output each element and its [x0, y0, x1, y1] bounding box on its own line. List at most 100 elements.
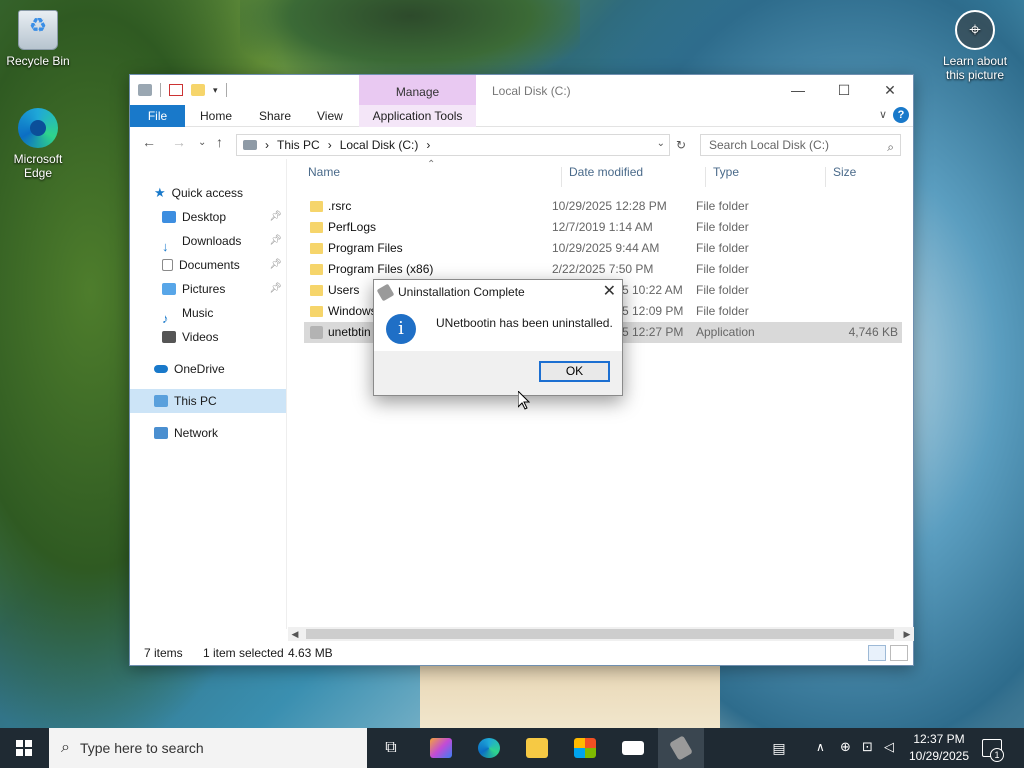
maximize-button[interactable]: ☐: [821, 75, 867, 105]
show-hidden-icons-icon[interactable]: ∧: [816, 740, 825, 754]
column-divider[interactable]: [825, 167, 826, 187]
address-bar[interactable]: › This PC › Local Disk (C:) › ⌄: [236, 134, 670, 156]
folder-icon: [310, 222, 323, 233]
nav-quick-access[interactable]: ★ Quick access: [130, 181, 286, 205]
nav-this-pc[interactable]: This PC: [130, 389, 286, 413]
task-view-button[interactable]: ⧉: [368, 728, 414, 768]
scroll-left-icon[interactable]: ◀: [288, 627, 302, 641]
close-button[interactable]: ✕: [867, 75, 913, 105]
up-button[interactable]: ↑: [216, 134, 223, 150]
back-button[interactable]: ←: [142, 134, 156, 150]
nav-network[interactable]: Network: [130, 421, 286, 445]
new-folder-icon[interactable]: [191, 84, 205, 96]
file-explorer-taskbar-button[interactable]: [514, 728, 560, 768]
file-row[interactable]: Program Files 10/29/2025 9:44 AM File fo…: [304, 238, 902, 259]
forward-button[interactable]: →: [172, 134, 186, 150]
desktop-icon-edge[interactable]: Microsoft Edge: [0, 108, 76, 180]
mail-taskbar-button[interactable]: [610, 728, 656, 768]
pin-icon: 📌︎: [269, 283, 282, 294]
customize-toolbar-dropdown-icon[interactable]: ▾: [213, 85, 218, 96]
task-view-icon: ⧉: [385, 739, 397, 756]
start-button[interactable]: [0, 728, 48, 768]
tab-file[interactable]: File: [130, 105, 185, 127]
nav-onedrive[interactable]: OneDrive: [130, 357, 286, 381]
minimize-button[interactable]: —: [775, 75, 821, 105]
clock-date: 10/29/2025: [908, 749, 970, 763]
details-view-button[interactable]: [868, 645, 886, 661]
edge-taskbar-button[interactable]: [466, 728, 512, 768]
ok-button[interactable]: OK: [539, 361, 610, 382]
refresh-icon[interactable]: ↻: [672, 134, 690, 156]
nav-music[interactable]: ♪ Music: [130, 301, 286, 326]
tab-view[interactable]: View: [317, 105, 343, 127]
taskbar-search-box[interactable]: ⌕ Type here to search: [49, 728, 367, 768]
file-name: PerfLogs: [328, 220, 377, 234]
pictures-icon: [162, 283, 176, 295]
column-header-name[interactable]: Name: [308, 165, 340, 179]
help-icon[interactable]: ?: [893, 107, 909, 123]
unetbootin-taskbar-button[interactable]: [658, 728, 704, 768]
nav-pictures[interactable]: Pictures 📌︎: [130, 277, 286, 301]
news-widget-button[interactable]: ▤: [756, 728, 802, 768]
ribbon-tabs: File Home Share View Application Tools ∨…: [130, 105, 913, 127]
expand-ribbon-icon[interactable]: ∨: [879, 108, 887, 121]
uninstall-complete-dialog: Uninstallation Complete ✕ i UNetbootin h…: [373, 279, 623, 396]
drive-icon: [243, 140, 257, 150]
desktop-icon-recycle-bin[interactable]: Recycle Bin: [0, 10, 76, 68]
properties-icon[interactable]: [169, 84, 183, 96]
horizontal-scrollbar[interactable]: ◀ ▶: [288, 627, 914, 641]
store-taskbar-button[interactable]: [562, 728, 608, 768]
manage-contextual-tab[interactable]: Manage: [359, 75, 476, 105]
file-row[interactable]: Program Files (x86) 2/22/2025 7:50 PM Fi…: [304, 259, 902, 280]
unetbootin-icon: [669, 735, 693, 761]
wallpaper-rock: [240, 0, 580, 80]
nav-label: Videos: [182, 330, 219, 344]
breadcrumb-this-pc[interactable]: This PC: [277, 138, 320, 152]
large-icons-view-button[interactable]: [890, 645, 908, 661]
dialog-message: UNetbootin has been uninstalled.: [436, 316, 613, 330]
nav-documents[interactable]: Documents 📌︎: [130, 253, 286, 277]
volume-muted-icon[interactable]: ◁: [884, 739, 894, 755]
system-clock[interactable]: 12:37 PM 10/29/2025: [894, 731, 984, 765]
file-name: Program Files (x86): [328, 262, 434, 276]
news-icon: ▤: [772, 739, 786, 756]
search-icon: ⌕: [887, 140, 894, 154]
search-input[interactable]: Search Local Disk (C:) ⌕: [700, 134, 901, 156]
scroll-right-icon[interactable]: ▶: [900, 627, 914, 641]
pin-icon: 📌︎: [269, 259, 282, 270]
column-header-type[interactable]: Type: [713, 165, 739, 179]
nav-downloads[interactable]: ↓ Downloads 📌︎: [130, 229, 286, 254]
document-icon: [162, 259, 173, 271]
column-header-date[interactable]: Date modified: [569, 165, 643, 179]
file-date: 5 10:22 AM: [622, 283, 683, 297]
folder-icon: [310, 306, 323, 317]
tab-application-tools[interactable]: Application Tools: [359, 105, 476, 127]
column-divider[interactable]: [705, 167, 706, 187]
desktop-icon-learn-about-picture[interactable]: ⌖ Learn about this picture: [937, 10, 1013, 82]
status-bar: 7 items 1 item selected 4.63 MB: [130, 641, 913, 665]
dialog-close-button[interactable]: ✕: [603, 280, 616, 304]
breadcrumb-local-disk[interactable]: Local Disk (C:): [340, 138, 419, 152]
copilot-button[interactable]: [418, 728, 464, 768]
windows-logo-icon: [16, 740, 32, 756]
column-header-size[interactable]: Size: [833, 165, 856, 179]
file-row[interactable]: PerfLogs 12/7/2019 1:14 AM File folder: [304, 217, 902, 238]
network-icon[interactable]: ⊡: [862, 739, 873, 755]
file-row[interactable]: .rsrc 10/29/2025 12:28 PM File folder: [304, 196, 902, 217]
address-dropdown-icon[interactable]: ⌄: [657, 138, 665, 149]
device-icon[interactable]: ⊕: [840, 739, 851, 755]
tab-home[interactable]: Home: [200, 105, 232, 127]
nav-videos[interactable]: Videos: [130, 325, 286, 349]
recycle-bin-icon: [18, 10, 58, 50]
tab-share[interactable]: Share: [259, 105, 291, 127]
download-arrow-icon: ↓: [162, 239, 169, 254]
information-icon: i: [386, 314, 416, 344]
breadcrumb-separator: ›: [265, 138, 269, 152]
scrollbar-thumb[interactable]: [306, 629, 894, 639]
application-icon: [310, 326, 323, 339]
nav-desktop[interactable]: Desktop 📌︎: [130, 205, 286, 229]
taskbar: ⌕ Type here to search ⧉ ▤ ∧ ⊕ ⊡ ◁ 12:37 …: [0, 728, 1024, 768]
column-divider[interactable]: [561, 167, 562, 187]
nav-label: Music: [182, 306, 214, 320]
recent-locations-icon[interactable]: ⌄: [198, 137, 206, 148]
